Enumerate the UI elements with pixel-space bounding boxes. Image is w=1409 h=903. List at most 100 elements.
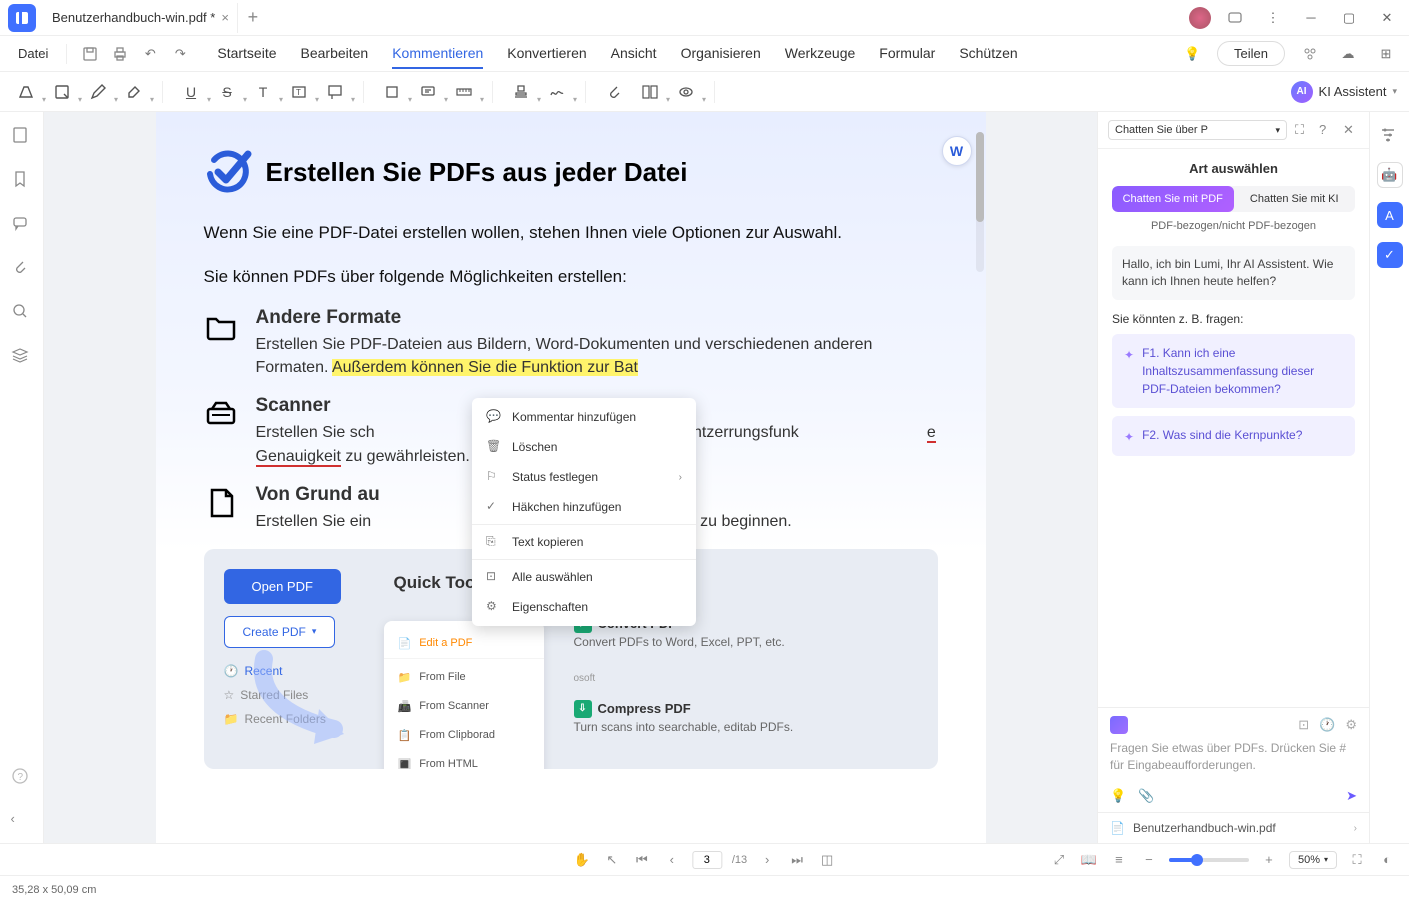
document-tab[interactable]: Benutzerhandbuch-win.pdf * ×	[44, 3, 238, 33]
print-icon[interactable]	[107, 41, 133, 67]
ctx-select-all[interactable]: ⊡Alle auswählen	[472, 562, 696, 592]
tab-convert[interactable]: Konvertieren	[507, 39, 586, 69]
chat-icon[interactable]	[1221, 4, 1249, 32]
from-scanner-item[interactable]: 📠From Scanner	[384, 692, 544, 721]
undo-icon[interactable]: ↶	[137, 41, 163, 67]
comments-icon[interactable]	[11, 214, 33, 236]
translate-icon[interactable]: A	[1377, 202, 1403, 228]
search-icon[interactable]	[11, 302, 33, 324]
ai-suggestion-2[interactable]: ✦F2. Was sind die Kernpunkte?	[1112, 416, 1355, 456]
scrollbar[interactable]	[976, 132, 984, 272]
zoom-slider[interactable]	[1169, 858, 1249, 862]
ai-attach-icon[interactable]: 📎	[1138, 788, 1154, 804]
tab-protect[interactable]: Schützen	[959, 39, 1017, 69]
reading-mode-icon[interactable]: 📖	[1079, 850, 1099, 870]
text-tool[interactable]: T	[249, 78, 277, 106]
share-button[interactable]: Teilen	[1217, 41, 1285, 66]
chat-pdf-tab[interactable]: Chatten Sie mit PDF	[1112, 186, 1234, 212]
more-icon[interactable]: ⋮	[1259, 4, 1287, 32]
share-icon-1[interactable]	[1297, 41, 1323, 67]
ai-bulb-icon[interactable]: 💡	[1110, 788, 1126, 804]
note-tool[interactable]	[48, 78, 76, 106]
zoom-in-icon[interactable]: +	[1259, 850, 1279, 870]
attachments-icon[interactable]	[11, 258, 33, 280]
cloud-icon[interactable]: ☁	[1335, 41, 1361, 67]
shape-tool[interactable]	[378, 78, 406, 106]
view-settings-icon[interactable]: ◐	[1377, 850, 1397, 870]
textbox-tool[interactable]: T	[285, 78, 313, 106]
signature-tool[interactable]	[543, 78, 571, 106]
maximize-button[interactable]: ▢	[1335, 4, 1363, 32]
stamp-tool[interactable]	[507, 78, 535, 106]
create-pdf-button[interactable]: Create PDF▾	[224, 616, 336, 648]
pencil-tool[interactable]	[84, 78, 112, 106]
thumbnails-icon[interactable]	[11, 126, 33, 148]
chat-ki-tab[interactable]: Chatten Sie mit KI	[1234, 186, 1356, 212]
ai-assistant-button[interactable]: AI KI Assistent ▾	[1291, 81, 1397, 103]
save-icon[interactable]	[77, 41, 103, 67]
page-layout-icon[interactable]: ◫	[817, 850, 837, 870]
hand-tool-icon[interactable]: ✋	[572, 850, 592, 870]
bookmark-icon[interactable]	[11, 170, 33, 192]
ai-suggestion-1[interactable]: ✦F1. Kann ich eine Inhaltszusammenfassun…	[1112, 334, 1355, 408]
open-pdf-button[interactable]: Open PDF	[224, 569, 341, 604]
tab-edit[interactable]: Bearbeiten	[301, 39, 369, 69]
from-file-item[interactable]: 📁From File	[384, 663, 544, 692]
fit-page-icon[interactable]: ⤢	[1049, 850, 1069, 870]
tab-start[interactable]: Startseite	[217, 39, 276, 69]
ai-settings-icon[interactable]: ⚙	[1345, 717, 1357, 733]
grid-icon[interactable]: ⊞	[1373, 41, 1399, 67]
ai-file-ref[interactable]: 📄 Benutzerhandbuch-win.pdf ›	[1098, 812, 1369, 843]
help-icon[interactable]: ?	[11, 767, 33, 789]
ai-input[interactable]: Fragen Sie etwas über PDFs. Drücken Sie …	[1110, 740, 1357, 780]
ctx-copy-text[interactable]: ⎘Text kopieren	[472, 527, 696, 557]
ai-expand-icon[interactable]: ⛶	[1295, 122, 1311, 138]
file-menu[interactable]: Datei	[10, 42, 56, 65]
attach-tool[interactable]	[600, 78, 628, 106]
word-badge-icon[interactable]: W	[942, 136, 972, 166]
tab-tools[interactable]: Werkzeuge	[785, 39, 856, 69]
scroll-mode-icon[interactable]: ≡	[1109, 850, 1129, 870]
redo-icon[interactable]: ↷	[167, 41, 193, 67]
ctx-add-comment[interactable]: 💬Kommentar hinzufügen	[472, 402, 696, 432]
prev-page-icon[interactable]: ‹	[662, 850, 682, 870]
hide-tool[interactable]	[672, 78, 700, 106]
ctx-properties[interactable]: ⚙Eigenschaften	[472, 592, 696, 622]
collapse-left-icon[interactable]: ‹	[11, 811, 33, 833]
zoom-level-select[interactable]: 50%▾	[1289, 851, 1337, 869]
tab-form[interactable]: Formular	[879, 39, 935, 69]
ai-send-button[interactable]: ➤	[1346, 788, 1357, 804]
callout-tool[interactable]	[321, 78, 349, 106]
tab-organize[interactable]: Organisieren	[681, 39, 761, 69]
filter-icon[interactable]	[1379, 126, 1401, 148]
fullscreen-icon[interactable]: ⛶	[1347, 850, 1367, 870]
layers-icon[interactable]	[11, 346, 33, 368]
tab-view[interactable]: Ansicht	[611, 39, 657, 69]
close-button[interactable]: ✕	[1373, 4, 1401, 32]
strikethrough-tool[interactable]: S	[213, 78, 241, 106]
first-page-icon[interactable]: ⏮	[632, 850, 652, 870]
comment-tool[interactable]	[414, 78, 442, 106]
bulb-icon[interactable]: 💡	[1179, 41, 1205, 67]
eraser-tool[interactable]	[120, 78, 148, 106]
ai-input-icon-1[interactable]	[1110, 716, 1128, 734]
tab-close-icon[interactable]: ×	[221, 10, 229, 25]
highlighted-text[interactable]: Außerdem können Sie die Funktion zur Bat	[332, 359, 638, 376]
highlight-tool[interactable]	[12, 78, 40, 106]
compare-tool[interactable]	[636, 78, 664, 106]
tab-add-button[interactable]: +	[238, 7, 268, 28]
from-clipboard-item[interactable]: 📋From Clipborad	[384, 721, 544, 750]
ai-history-icon[interactable]: ⊡	[1298, 717, 1309, 733]
ai-rail-icon[interactable]: 🤖	[1377, 162, 1403, 188]
ai-help-icon[interactable]: ?	[1319, 122, 1335, 138]
tab-comment[interactable]: Kommentieren	[392, 39, 483, 69]
select-tool-icon[interactable]: ↖	[602, 850, 622, 870]
last-page-icon[interactable]: ⏭	[787, 850, 807, 870]
ai-close-icon[interactable]: ✕	[1343, 122, 1359, 138]
check-rail-icon[interactable]: ✓	[1377, 242, 1403, 268]
minimize-button[interactable]: ─	[1297, 4, 1325, 32]
next-page-icon[interactable]: ›	[757, 850, 777, 870]
from-html-item[interactable]: 🔳From HTML	[384, 750, 544, 769]
ctx-delete[interactable]: 🗑Löschen	[472, 432, 696, 462]
ctx-status[interactable]: ⚐Status festlegen›	[472, 462, 696, 492]
